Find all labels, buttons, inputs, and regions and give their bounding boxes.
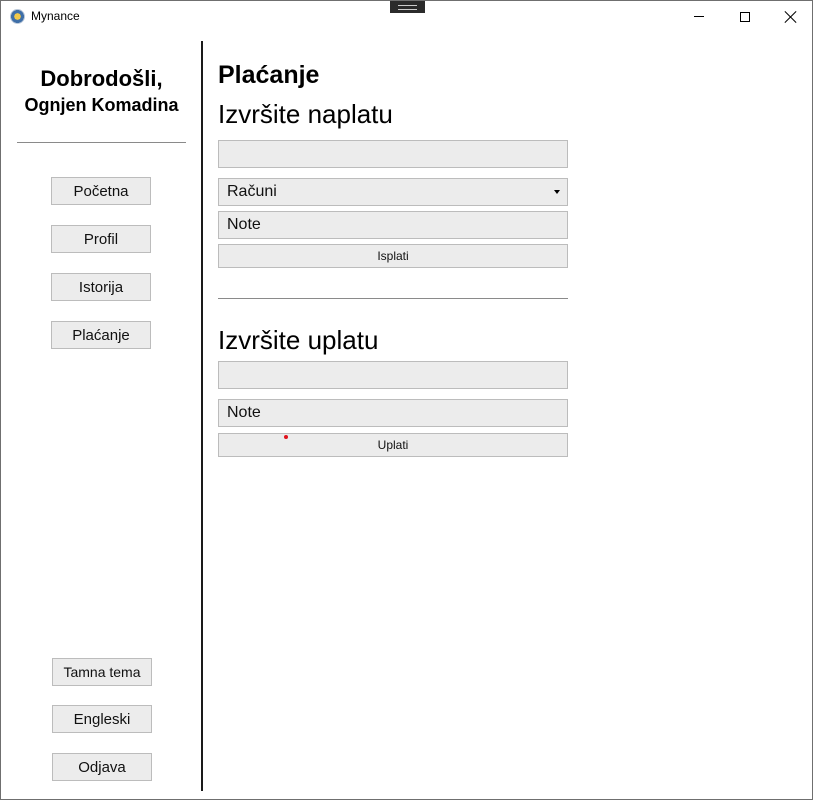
account-select-value: Računi bbox=[227, 183, 277, 200]
minimize-button[interactable] bbox=[676, 1, 722, 32]
chevron-down-icon bbox=[554, 190, 560, 194]
payout-note-input[interactable]: Note bbox=[218, 211, 568, 239]
nav-payment-button[interactable]: Plaćanje bbox=[51, 321, 151, 349]
minimize-icon bbox=[694, 16, 704, 17]
maximize-button[interactable] bbox=[722, 1, 768, 32]
close-icon bbox=[785, 11, 797, 23]
maximize-icon bbox=[740, 11, 750, 22]
nav-home-button[interactable]: Početna bbox=[51, 177, 151, 205]
payout-section-title: Izvršite naplatu bbox=[218, 99, 393, 129]
section-divider bbox=[218, 298, 568, 299]
payout-button[interactable]: Isplati bbox=[218, 244, 568, 268]
window-title: Mynance bbox=[31, 9, 80, 23]
welcome-greeting: Dobrodošli, bbox=[40, 66, 163, 91]
account-select[interactable]: Računi bbox=[218, 178, 568, 206]
close-button[interactable] bbox=[768, 1, 813, 32]
user-name: Ognjen Komadina bbox=[24, 95, 179, 115]
payout-amount-input[interactable] bbox=[218, 140, 568, 168]
deposit-button[interactable]: Uplati bbox=[218, 433, 568, 457]
app-window: Mynance Dobrodošli, Ognjen Komadina Poče… bbox=[0, 0, 813, 800]
nav-profile-button[interactable]: Profil bbox=[51, 225, 151, 253]
welcome-header: Dobrodošli, Ognjen Komadina bbox=[1, 65, 202, 117]
cursor-marker bbox=[284, 435, 288, 439]
deposit-amount-input[interactable] bbox=[218, 361, 568, 389]
deposit-section-title: Izvršite uplatu bbox=[218, 325, 379, 355]
sidebar-divider bbox=[17, 142, 186, 143]
page-title: Plaćanje bbox=[218, 61, 320, 89]
language-button[interactable]: Engleski bbox=[52, 705, 152, 733]
nav-history-button[interactable]: Istorija bbox=[51, 273, 151, 301]
title-bar[interactable]: Mynance bbox=[1, 1, 812, 32]
sidebar-separator bbox=[201, 41, 203, 791]
logout-button[interactable]: Odjava bbox=[52, 753, 152, 781]
deposit-note-input[interactable]: Note bbox=[218, 399, 568, 427]
dark-theme-button[interactable]: Tamna tema bbox=[52, 658, 152, 686]
drag-handle-icon[interactable] bbox=[390, 1, 425, 13]
app-logo-icon bbox=[10, 9, 25, 24]
